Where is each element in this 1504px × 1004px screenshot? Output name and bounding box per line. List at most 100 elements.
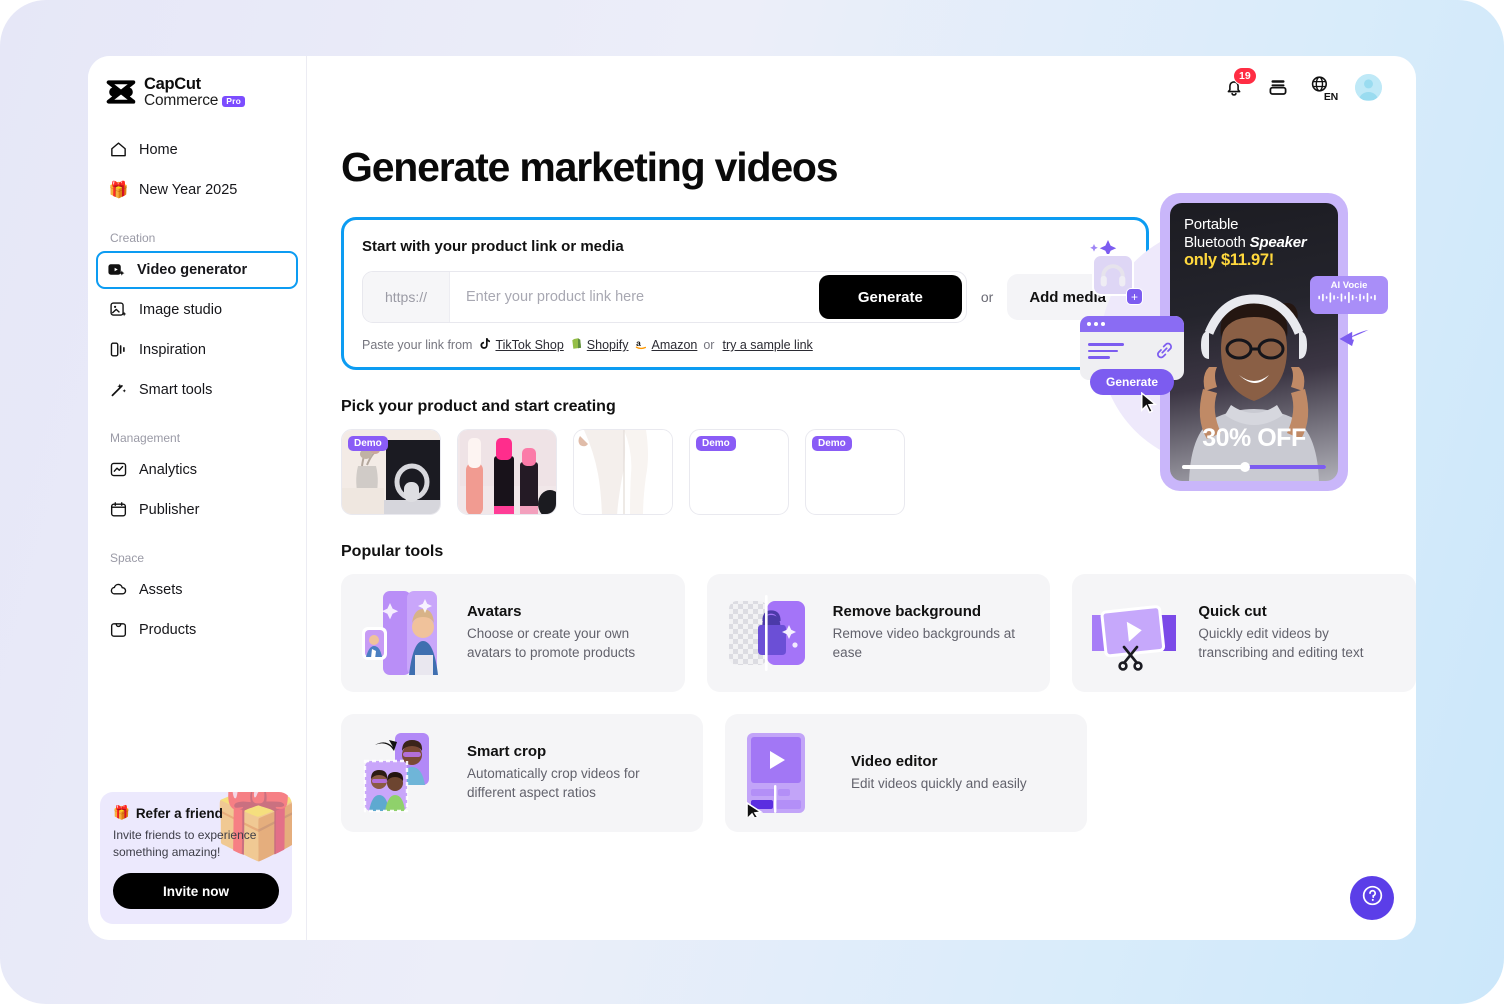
promo-progress-handle <box>1240 462 1250 472</box>
sidebar-item-new-year-2025[interactable]: 🎁 New Year 2025 <box>98 171 296 209</box>
inspiration-icon <box>109 340 128 359</box>
app-window: CapCut Commerce Pro Home 🎁 New Year 2025… <box>88 56 1416 940</box>
tool-name: Avatars <box>467 603 667 620</box>
brand-logo-block[interactable]: CapCut Commerce Pro <box>88 56 306 109</box>
product-thumbnail[interactable] <box>457 429 557 515</box>
tool-card-avatars[interactable]: Avatars Choose or create your own avatar… <box>341 574 685 692</box>
promo-headline: Portable Bluetooth Speaker only $11.97! <box>1184 216 1307 271</box>
product-link-input[interactable] <box>450 272 819 322</box>
sidebar-item-label: Products <box>139 622 196 638</box>
language-selector[interactable]: EN <box>1309 74 1337 100</box>
credits-card-button[interactable] <box>1265 74 1291 100</box>
tools-grid-row-2: Smart crop Automatically crop videos for… <box>341 714 1416 832</box>
smart-crop-thumb-icon <box>357 729 451 817</box>
try-sample-link[interactable]: try a sample link <box>722 338 812 352</box>
amazon-icon: a <box>635 337 648 353</box>
source-link-amazon[interactable]: a Amazon <box>635 337 698 353</box>
source-link-label: Shopify <box>587 338 629 352</box>
avatars-thumb-icon <box>357 589 451 677</box>
paste-prefix-label: Paste your link from <box>362 338 472 352</box>
topbar: 19 EN <box>307 56 1416 118</box>
paste-or-label: or <box>703 338 714 352</box>
sidebar-item-analytics[interactable]: Analytics <box>98 451 296 489</box>
promo-headline-line1: Portable <box>1184 216 1307 234</box>
link-icon <box>1154 340 1175 366</box>
source-link-shopify[interactable]: Shopify <box>570 337 629 353</box>
video-generator-icon <box>107 260 126 279</box>
tool-card-video-editor[interactable]: Video editor Edit videos quickly and eas… <box>725 714 1087 832</box>
tool-card-remove-background[interactable]: Remove background Remove video backgroun… <box>707 574 1051 692</box>
main-content: 19 EN <box>307 56 1416 940</box>
sidebar-item-home[interactable]: Home <box>98 131 296 169</box>
sidebar-item-assets[interactable]: Assets <box>98 571 296 609</box>
demo-badge: Demo <box>812 436 852 451</box>
sidebar-item-inspiration[interactable]: Inspiration <box>98 331 296 369</box>
tool-name: Remove background <box>833 603 1033 620</box>
cloud-icon <box>109 580 128 599</box>
https-prefix-label: https:// <box>363 272 450 322</box>
start-with-link-card: Start with your product link or media ht… <box>341 217 1149 370</box>
sidebar-item-label: Video generator <box>137 262 247 278</box>
promo-phone-mockup: Portable Bluetooth Speaker only $11.97! … <box>1160 193 1348 491</box>
paste-sources-row: Paste your link from TikTok Shop <box>362 337 1128 353</box>
sidebar-item-label: Home <box>139 142 178 158</box>
tool-card-quick-cut[interactable]: Quick cut Quickly edit videos by transcr… <box>1072 574 1416 692</box>
language-code-label: EN <box>1324 91 1338 103</box>
tools-section-title: Popular tools <box>341 543 1416 561</box>
arrow-left-icon <box>1336 326 1372 355</box>
shopify-icon <box>570 337 583 353</box>
dot-icon <box>1087 322 1091 326</box>
promo-headline-line2: Bluetooth Speaker <box>1184 234 1307 252</box>
calendar-icon <box>109 500 128 519</box>
remove-background-thumb-icon <box>723 589 817 677</box>
text-lines-icon <box>1088 343 1124 363</box>
sidebar-item-label: Smart tools <box>139 382 212 398</box>
sidebar-nav: Home 🎁 New Year 2025 Creation Video gene… <box>88 131 306 649</box>
dot-icon <box>1101 322 1105 326</box>
product-thumbnail[interactable]: Demo <box>689 429 789 515</box>
promo-panel-titlebar <box>1080 316 1184 332</box>
refer-title: Refer a friend <box>136 806 223 821</box>
source-link-label: TikTok Shop <box>495 338 563 352</box>
analytics-icon <box>109 460 128 479</box>
sidebar-group-label-creation: Creation <box>88 231 306 245</box>
sidebar: CapCut Commerce Pro Home 🎁 New Year 2025… <box>88 56 307 940</box>
or-label: or <box>981 289 993 305</box>
tool-card-smart-crop[interactable]: Smart crop Automatically crop videos for… <box>341 714 703 832</box>
promo-discount: 30% OFF <box>1170 424 1338 453</box>
tool-description: Edit videos quickly and easily <box>851 775 1027 794</box>
sidebar-item-products[interactable]: Products <box>98 611 296 649</box>
sidebar-item-label: New Year 2025 <box>139 182 237 198</box>
sidebar-item-label: Publisher <box>139 502 199 518</box>
brand-name-top: CapCut <box>144 76 245 93</box>
refer-title-row: 🎁 Refer a friend <box>113 805 279 821</box>
sidebar-item-publisher[interactable]: Publisher <box>98 491 296 529</box>
user-avatar-icon[interactable] <box>1355 74 1382 101</box>
source-link-tiktok-shop[interactable]: TikTok Shop <box>478 337 563 353</box>
sidebar-item-image-studio[interactable]: Image studio <box>98 291 296 329</box>
bag-icon <box>109 620 128 639</box>
generate-button[interactable]: Generate <box>819 275 962 319</box>
sidebar-group-label-space: Space <box>88 551 306 565</box>
dot-icon <box>1094 322 1098 326</box>
product-thumbnail[interactable] <box>573 429 673 515</box>
sidebar-item-video-generator[interactable]: Video generator <box>96 251 298 289</box>
help-button[interactable] <box>1350 876 1394 920</box>
tool-description: Automatically crop videos for different … <box>467 765 667 802</box>
product-link-inputbox[interactable]: https:// Generate <box>362 271 967 323</box>
gift-emoji-icon: 🎁 <box>109 180 128 199</box>
product-thumbnail[interactable]: Demo <box>341 429 441 515</box>
link-input-row: https:// Generate or Add media <box>362 271 1128 323</box>
product-thumbnail[interactable]: Demo <box>805 429 905 515</box>
invite-now-button[interactable]: Invite now <box>113 873 279 909</box>
magic-wand-icon <box>109 380 128 399</box>
refer-a-friend-card: 🎁 🎁 Refer a friend Invite friends to exp… <box>100 792 292 924</box>
waveform-icon <box>1316 291 1382 304</box>
sidebar-item-label: Analytics <box>139 462 197 478</box>
sidebar-item-smart-tools[interactable]: Smart tools <box>98 371 296 409</box>
sidebar-item-label: Inspiration <box>139 342 206 358</box>
sidebar-item-label: Image studio <box>139 302 222 318</box>
notifications-button[interactable]: 19 <box>1221 74 1247 100</box>
tool-name: Video editor <box>851 753 1027 770</box>
ai-voice-label: AI Vocie <box>1310 280 1388 291</box>
